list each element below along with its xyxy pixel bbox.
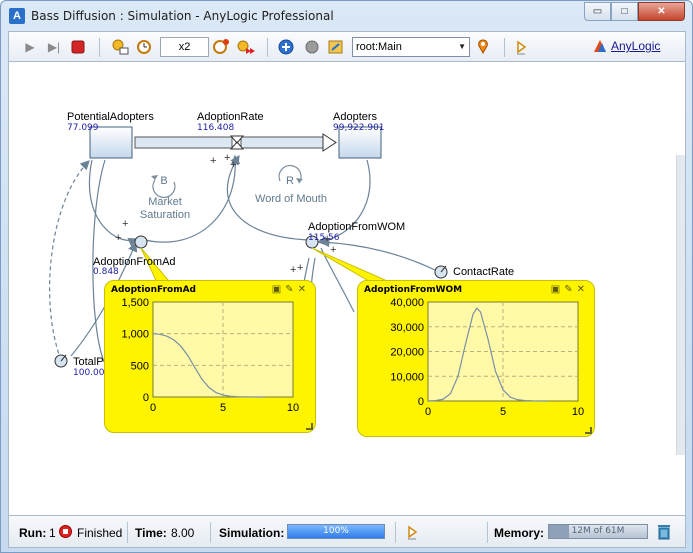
- adoption-flow-pipe: [134, 133, 337, 152]
- status-separator: [487, 522, 488, 543]
- home-icon[interactable]: [327, 38, 345, 56]
- step-icon[interactable]: ▶|: [45, 38, 63, 56]
- loop-label: Market: [148, 196, 182, 208]
- flow-value: 116.408: [197, 123, 235, 133]
- memory-fill: [549, 525, 569, 538]
- run-value: 1: [49, 526, 56, 540]
- simulation-toolbar: ▶ ▶| x2 root:Main ▼ AnyLogic: [8, 31, 686, 62]
- speed-display: x2: [160, 37, 209, 57]
- polarity-sign: +: [230, 159, 237, 171]
- polarity-sign: +: [324, 233, 331, 245]
- x-tick-label: 0: [150, 402, 156, 414]
- y-tick-label: 40,000: [390, 297, 424, 309]
- chart-window-adoption-from-wom[interactable]: AdoptionFromWOM ▣✎✕ 0 10,000 20,000 30,000 4…: [357, 280, 595, 437]
- camera-icon[interactable]: [303, 38, 321, 56]
- x-tick-label: 5: [500, 406, 506, 418]
- variable-name: TotalP: [73, 356, 104, 368]
- title-bar: A Bass Diffusion : Simulation - AnyLogic…: [1, 1, 692, 30]
- stop-state-icon: [59, 525, 72, 538]
- minimize-button[interactable]: ▭: [584, 2, 611, 21]
- slow-down-icon[interactable]: [111, 38, 129, 56]
- vertical-scrollbar[interactable]: [676, 155, 685, 455]
- view-area-select[interactable]: root:Main ▼: [352, 37, 470, 57]
- application-window: A Bass Diffusion : Simulation - AnyLogic…: [0, 0, 693, 553]
- line-chart: 0 10,000 20,000 30,000 40,000 0 5 10: [390, 297, 584, 418]
- polarity-sign: +: [210, 155, 217, 167]
- y-tick-label: 0: [143, 392, 149, 404]
- navigate-icon[interactable]: [277, 38, 295, 56]
- simulation-progress-bar: 100%: [287, 524, 385, 539]
- stop-icon[interactable]: [69, 38, 87, 56]
- toolbar-separator: [504, 38, 505, 57]
- x-tick-label: 10: [287, 402, 299, 414]
- y-tick-label: 10,000: [390, 371, 424, 383]
- status-separator: [127, 522, 128, 543]
- y-tick-label: 500: [131, 360, 149, 372]
- fast-forward-icon[interactable]: [236, 38, 255, 56]
- loop-letter: R: [286, 175, 294, 187]
- polarity-sign: +: [297, 262, 304, 274]
- loop-label: Saturation: [139, 209, 191, 221]
- memory-label: Memory:: [494, 526, 545, 540]
- chevron-down-icon: ▼: [458, 42, 466, 51]
- resize-handle[interactable]: [585, 427, 592, 434]
- variable-name: AdoptionFromWOM: [308, 221, 406, 233]
- status-bar: Run: 1 Finished Time: 8.00 Simulation: 1…: [8, 515, 686, 548]
- polarity-sign: +: [290, 264, 297, 276]
- polarity-sign: +: [122, 218, 129, 230]
- total-population-node: [54, 354, 68, 368]
- stock-value: 77.099: [67, 123, 99, 133]
- stock-name: Adopters: [333, 111, 378, 123]
- x-tick-label: 0: [425, 406, 431, 418]
- variable-value: 0.848: [93, 267, 119, 277]
- loop-label: Word of Mouth: [255, 193, 327, 205]
- polarity-sign: +: [330, 244, 337, 256]
- loop-letter: B: [160, 175, 168, 187]
- experiment-icon[interactable]: [513, 38, 531, 56]
- memory-value: 12M of 61M: [571, 526, 625, 536]
- variable-name: ContactRate: [453, 266, 515, 278]
- time-value: 8.00: [171, 526, 195, 540]
- status-separator: [210, 522, 211, 543]
- realtime-icon[interactable]: [136, 38, 154, 56]
- view-area-value: root:Main: [356, 41, 402, 53]
- flow-name: AdoptionRate: [197, 111, 264, 123]
- adoption-from-ad-node: [134, 235, 148, 249]
- y-tick-label: 20,000: [390, 347, 424, 359]
- resize-handle[interactable]: [306, 423, 313, 430]
- time-label: Time:: [135, 526, 167, 540]
- status-separator: [395, 522, 396, 543]
- y-tick-label: 1,500: [121, 297, 149, 309]
- speed-up-icon[interactable]: [212, 38, 230, 56]
- y-tick-label: 30,000: [390, 322, 424, 334]
- line-chart: 0 500 1,000 1,500 0 5 10: [121, 297, 299, 414]
- chart-window-adoption-from-ad[interactable]: AdoptionFromAd ▣✎✕ 0 500 1,000 1,500 0 5 10: [104, 280, 316, 433]
- close-button[interactable]: ✕: [638, 2, 685, 21]
- toolbar-separator: [267, 38, 268, 57]
- polarity-sign: +: [115, 232, 122, 244]
- stock-value: 99,922.901: [333, 123, 385, 133]
- contact-rate-node: [434, 265, 448, 279]
- anylogic-brand-icon: [592, 38, 608, 54]
- anylogic-logo-icon: A: [9, 8, 25, 24]
- simulation-label: Simulation:: [219, 526, 285, 540]
- run-icon[interactable]: ▶: [21, 38, 39, 56]
- run-state: Finished: [77, 526, 123, 540]
- anylogic-link[interactable]: AnyLogic: [611, 39, 660, 53]
- y-tick-label: 1,000: [121, 329, 149, 341]
- stock-name: PotentialAdopters: [67, 111, 154, 123]
- memory-bar: 12M of 61M: [548, 524, 648, 539]
- x-tick-label: 5: [220, 402, 226, 414]
- locate-icon[interactable]: [475, 38, 493, 56]
- run-label: Run:: [19, 526, 47, 540]
- window-title: Bass Diffusion : Simulation - AnyLogic P…: [31, 9, 334, 23]
- x-tick-label: 10: [572, 406, 584, 418]
- garbage-collect-icon[interactable]: [657, 523, 671, 540]
- model-canvas[interactable]: PotentialAdopters 77.099 Adopters 99,922…: [8, 62, 686, 515]
- experiment-icon[interactable]: [405, 524, 421, 543]
- toolbar-separator: [99, 38, 100, 57]
- y-tick-label: 0: [418, 396, 424, 408]
- maximize-button[interactable]: □: [611, 2, 638, 21]
